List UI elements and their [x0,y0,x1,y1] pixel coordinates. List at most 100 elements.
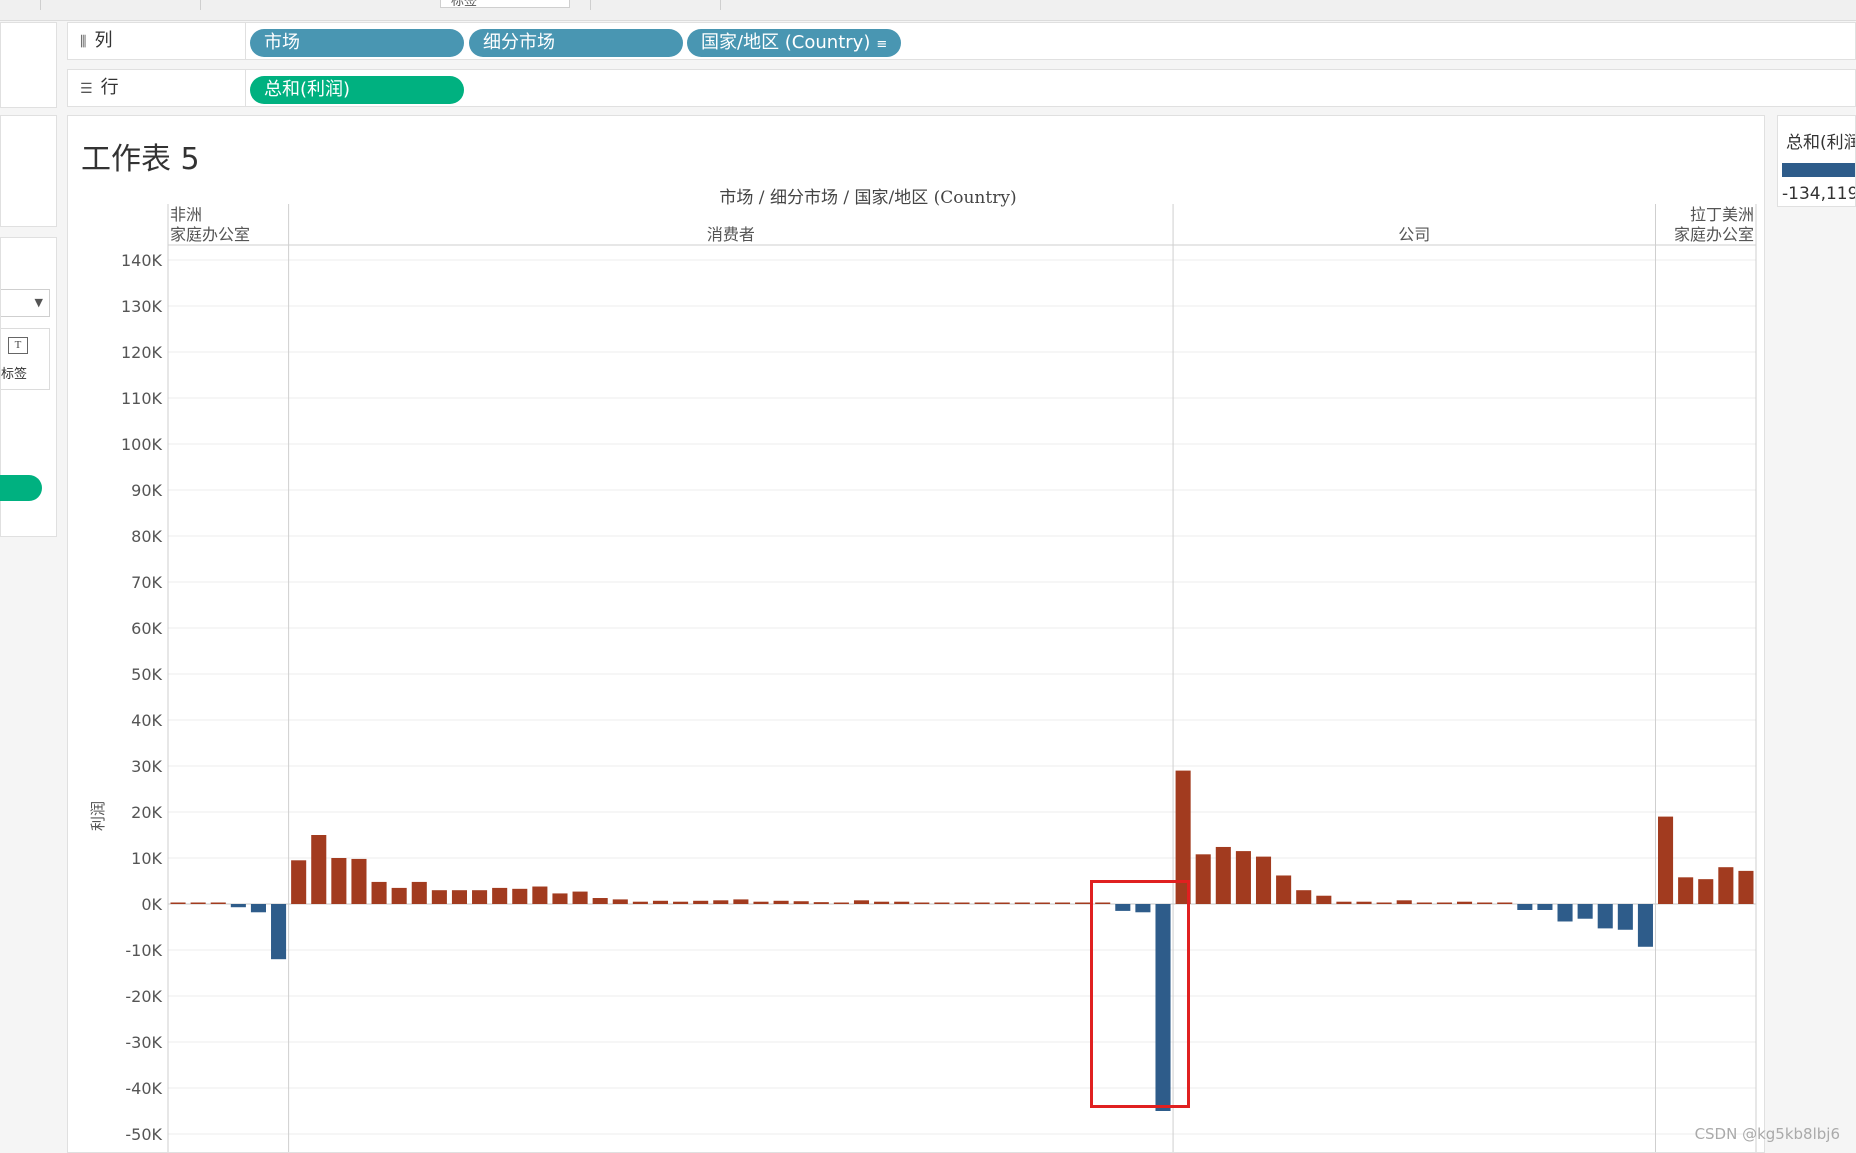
legend-color-ramp [1782,163,1855,177]
rows-shelf[interactable]: ☰ 行 总和(利润) [67,69,1856,107]
profit-bar [572,891,588,904]
profit-bar [230,904,246,908]
y-tick-label: 20K [131,803,162,822]
profit-bar [592,898,608,904]
profit-bar [371,881,387,904]
marks-type-dropdown[interactable]: 标签 [440,0,570,9]
color-legend: 总和(利润) -134,119 [1777,115,1856,207]
y-tick-label: 50K [131,665,162,684]
profit-bar [472,890,488,904]
segment-header: 公司 [1398,225,1430,244]
watermark: CSDN @kg5kb8lbj6 [1694,1125,1840,1143]
profit-bar [311,835,327,904]
profit-bar [1497,902,1513,904]
profit-bar [170,902,186,904]
left-panel-top [0,22,57,108]
rows-label-text: 行 [100,77,119,98]
y-tick-label: -30K [125,1033,162,1052]
profit-bar [753,901,769,904]
profit-bar [331,858,347,904]
pill-country[interactable]: 国家/地区 (Country) ≡ [687,29,901,57]
profit-bar [833,902,849,904]
rows-shelf-label: ☰ 行 [68,70,246,106]
mark-type-select[interactable]: ▼ [1,289,50,317]
profit-bar [1195,854,1211,904]
profit-bar-chart[interactable]: 市场 / 细分市场 / 国家/地区 (Country) 利润 140K 130K 120… [68,116,1764,1152]
profit-bar [1597,904,1613,929]
pill-sum-profit-label: 总和(利润) [264,79,351,100]
y-tick-label: 60K [131,619,162,638]
profit-bar [451,890,468,904]
toolbar-divider [40,0,41,10]
pill-market[interactable]: 市场 [250,29,464,57]
profit-bar [1356,901,1372,904]
pill-sum-profit[interactable]: 总和(利润) [250,76,464,104]
profit-bar [1034,902,1050,904]
label-button[interactable]: T 标签 [1,328,50,390]
profit-bar [1014,902,1030,904]
y-tick-label: 130K [121,297,163,316]
worksheet-view[interactable]: 工作表 5 市场 / 细分市场 / 国家/地区 (Country) 利润 140K 1… [67,115,1765,1153]
y-tick-label: 80K [131,527,162,546]
profit-bar [1658,816,1674,904]
profit-bar [1235,851,1251,904]
pill-segment[interactable]: 细分市场 [469,29,683,57]
sort-icon[interactable]: ≡ [876,37,887,52]
text-label-icon: T [8,337,28,354]
columns-shelf[interactable]: ⫼ 列 市场 细分市场 国家/地区 (Country) ≡ [67,22,1856,60]
legend-title: 总和(利润) [1786,133,1855,153]
profit-bar [853,900,870,904]
column-header-title: 市场 / 细分市场 / 国家/地区 (Country) [719,188,1016,208]
profit-bar [934,902,950,904]
profit-bar [733,899,749,904]
profit-bar [351,858,367,904]
profit-bar [411,881,427,904]
profit-bar [1296,890,1312,904]
profit-bar [1718,867,1734,904]
profit-bar [693,900,709,904]
rows-icon: ☰ [80,81,93,97]
profit-bar [431,890,447,904]
profit-bar [632,901,648,904]
profit-bar [492,887,508,904]
y-tick-label: 140K [121,251,163,270]
profit-bar [532,886,548,904]
profit-bar [1577,904,1593,919]
y-tick-label: 0K [141,895,162,914]
profit-bar [994,902,1010,904]
profit-bar [271,904,287,960]
profit-bar [1698,879,1714,904]
profit-bar [210,902,226,904]
market-header: 非洲 [170,205,202,224]
y-tick-label: -10K [125,941,162,960]
profit-bar [1075,902,1091,904]
profit-bar [1276,875,1292,904]
profit-bar [1054,902,1071,904]
profit-bar [612,899,628,904]
pill-country-label: 国家/地区 (Country) [701,32,871,53]
y-tick-label: 120K [121,343,163,362]
toolbar-divider [590,0,591,10]
profit-bar [713,900,729,904]
legend-min-value: -134,119 [1782,184,1856,204]
profit-bar [1416,902,1432,904]
marks-pill[interactable] [0,475,42,501]
profit-bar [954,902,970,904]
pill-market-label: 市场 [264,32,300,53]
profit-bar [1336,901,1352,904]
profit-bar [874,901,890,904]
y-axis-label: 利润 [89,801,107,831]
columns-icon: ⫼ [80,34,87,50]
profit-bar [1537,904,1553,910]
y-tick-label: 40K [131,711,162,730]
profit-bar [1255,856,1272,904]
toolbar-divider [200,0,201,10]
profit-bar [813,902,829,904]
y-tick-label: -40K [125,1079,162,1098]
segment-header: 家庭办公室 [170,225,250,244]
filters-card [0,115,57,227]
y-tick-label: -20K [125,987,162,1006]
highlight-box [1090,880,1190,1108]
profit-bar [1637,904,1653,947]
profit-bar [1376,902,1392,904]
